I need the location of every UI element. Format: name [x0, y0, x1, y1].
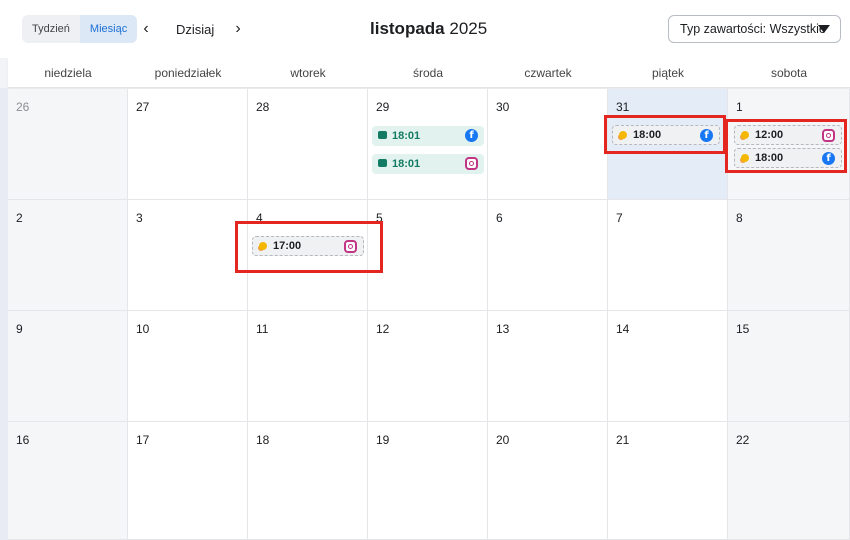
year-label: 2025 [449, 19, 488, 38]
day-cell[interactable]: 28 [248, 89, 368, 200]
day-number: 8 [736, 211, 743, 225]
day-number: 11 [256, 322, 269, 336]
content-type-label: Typ zawartości: Wszystkie [680, 22, 826, 36]
page-title: listopada 2025 [370, 19, 487, 39]
day-cell[interactable]: 27 [128, 89, 248, 200]
weekday-label: poniedziałek [154, 66, 222, 80]
event-time: 18:01 [392, 130, 421, 142]
view-toggle: Tydzień Miesiąc [22, 15, 138, 43]
day-number: 9 [16, 322, 23, 336]
day-number: 26 [16, 100, 30, 114]
week-view-button[interactable]: Tydzień [22, 15, 80, 43]
day-number: 28 [256, 100, 270, 114]
day-number: 14 [616, 322, 630, 336]
chevron-left-icon[interactable]: ‹ [136, 18, 156, 40]
day-cell[interactable]: 16 [8, 422, 128, 540]
day-number: 1 [736, 100, 743, 114]
day-cell[interactable]: 9 [8, 311, 128, 422]
day-cell[interactable]: 8 [728, 200, 850, 311]
day-cell[interactable]: 5 [368, 200, 488, 311]
day-number: 27 [136, 100, 150, 114]
event-card[interactable]: 18:01 f [372, 126, 484, 146]
day-number: 21 [616, 433, 630, 447]
day-number: 3 [136, 211, 143, 225]
day-cell[interactable]: 26 [8, 89, 128, 200]
published-post-icon [378, 131, 387, 139]
instagram-icon [465, 157, 478, 170]
day-number: 13 [496, 322, 510, 336]
event-time: 18:01 [392, 158, 421, 170]
day-cell[interactable]: 15 [728, 311, 850, 422]
day-cell[interactable]: 2 [8, 200, 128, 311]
left-edge [0, 88, 8, 540]
day-cell[interactable]: 20 [488, 422, 608, 540]
calendar-toolbar: Tydzień Miesiąc ‹ Dzisiaj › listopada 20… [0, 0, 850, 58]
day-cell[interactable]: 19 [368, 422, 488, 540]
weekday-label: piątek [651, 66, 685, 80]
day-cell[interactable]: 13 [488, 311, 608, 422]
day-cell[interactable]: 3 [128, 200, 248, 311]
day-cell[interactable]: 29 18:01 f 18:01 [368, 89, 488, 200]
day-number: 17 [136, 433, 150, 447]
day-number: 10 [136, 322, 150, 336]
day-cell[interactable]: 6 [488, 200, 608, 311]
today-button[interactable]: Dzisiaj [176, 22, 214, 37]
day-cell[interactable]: 22 [728, 422, 850, 540]
day-cell[interactable]: 17 [128, 422, 248, 540]
weekday-label: czwartek [524, 66, 572, 80]
day-number: 15 [736, 322, 750, 336]
month-view-button[interactable]: Miesiąc [79, 15, 138, 43]
month-name: listopada [370, 19, 445, 38]
annotation-highlight [235, 221, 383, 273]
weekday-label: wtorek [290, 66, 326, 80]
content-type-dropdown[interactable]: Typ zawartości: Wszystkie [668, 15, 841, 43]
published-post-icon [378, 159, 387, 167]
day-cell[interactable]: 18 [248, 422, 368, 540]
day-cell[interactable]: 7 [608, 200, 728, 311]
day-number: 7 [616, 211, 623, 225]
day-cell[interactable]: 14 [608, 311, 728, 422]
annotation-highlight [725, 119, 847, 173]
weekday-label: środa [412, 66, 444, 80]
event-card[interactable]: 18:01 [372, 154, 484, 174]
day-cell[interactable]: 21 [608, 422, 728, 540]
day-cell[interactable]: 10 [128, 311, 248, 422]
day-number: 12 [376, 322, 390, 336]
weekday-header: niedziela poniedziałek wtorek środa czwa… [8, 58, 850, 88]
weekday-label: niedziela [44, 66, 92, 80]
day-number: 29 [376, 100, 390, 114]
month-grid: 26 27 28 29 18:01 f 18:01 30 31 18:00 f … [8, 89, 850, 540]
day-number: 20 [496, 433, 510, 447]
day-number: 18 [256, 433, 270, 447]
day-number: 2 [16, 211, 23, 225]
day-number: 30 [496, 100, 510, 114]
day-number: 19 [376, 433, 390, 447]
caret-down-icon [818, 25, 830, 33]
facebook-icon: f [465, 129, 478, 142]
weekday-label: sobota [770, 66, 808, 80]
day-cell[interactable]: 11 [248, 311, 368, 422]
chevron-right-icon[interactable]: › [228, 18, 248, 40]
day-number: 16 [16, 433, 30, 447]
annotation-highlight [604, 115, 726, 154]
day-cell[interactable]: 12 [368, 311, 488, 422]
day-cell[interactable]: 30 [488, 89, 608, 200]
day-number: 31 [616, 100, 630, 114]
day-number: 6 [496, 211, 503, 225]
day-number: 22 [736, 433, 750, 447]
